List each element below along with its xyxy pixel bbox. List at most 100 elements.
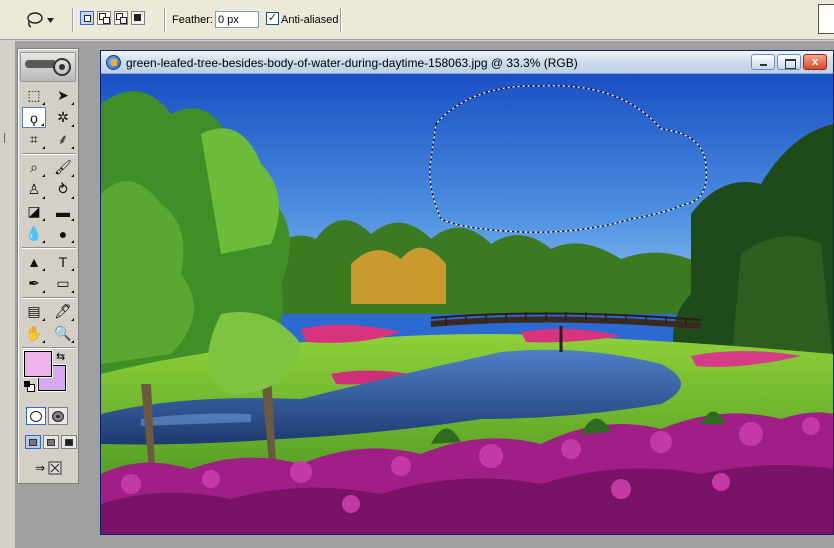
swap-colors-icon[interactable]: ⇆ <box>56 350 65 363</box>
hand-tool[interactable]: ✋ <box>22 323 46 344</box>
color-swatches: ⇆ <box>24 351 74 399</box>
maximize-button[interactable] <box>777 54 801 70</box>
magic-wand-icon: ✲ <box>57 109 69 125</box>
type-icon: T <box>58 253 68 270</box>
mask-mode-group <box>26 407 68 425</box>
hand-icon: ✋ <box>25 325 43 341</box>
notes-icon: ▤ <box>27 303 41 319</box>
chevron-down-icon <box>47 17 54 23</box>
rectangular-marquee-icon: ⬚ <box>27 87 41 103</box>
divider <box>340 8 342 32</box>
tool-preset-picker[interactable] <box>24 9 68 31</box>
dodge-tool[interactable]: ● <box>51 223 75 244</box>
landscape-photo <box>101 74 833 534</box>
divider <box>22 347 76 349</box>
move-icon: ➤ <box>57 87 69 103</box>
eraser-tool[interactable]: ◪ <box>22 201 46 222</box>
slice-icon: ⸙ <box>57 131 69 147</box>
divider <box>72 8 74 32</box>
zoom-icon: 🔍 <box>54 325 72 341</box>
quick-mask-mode-button[interactable] <box>48 407 68 425</box>
divider <box>22 153 76 155</box>
close-button[interactable]: x <box>803 54 827 70</box>
clone-stamp-icon: ♙ <box>27 181 41 197</box>
image-canvas[interactable] <box>101 74 833 534</box>
full-screen-mode-button[interactable] <box>61 435 77 449</box>
crop-icon: ⌗ <box>30 131 38 147</box>
document-titlebar[interactable]: green-leafed-tree-besides-body-of-water-… <box>101 51 833 74</box>
tool-group-selection: ⬚ ➤ ϙ ✲ ⌗ ⸙ <box>22 85 76 150</box>
shape-icon: ▭ <box>56 275 70 291</box>
subtract-from-selection-button[interactable] <box>114 11 128 25</box>
blur-tool[interactable]: 💧 <box>22 223 46 244</box>
left-dock <box>0 41 16 548</box>
pen-tool[interactable]: ✒ <box>22 273 46 294</box>
default-colors-icon[interactable] <box>24 381 35 392</box>
move-tool[interactable]: ➤ <box>51 85 75 106</box>
history-brush-icon: ⥁ <box>58 181 68 197</box>
document-window: green-leafed-tree-besides-body-of-water-… <box>100 50 834 535</box>
type-tool[interactable]: T <box>51 251 75 272</box>
magic-wand-tool[interactable]: ✲ <box>51 107 75 128</box>
eye-logo-icon <box>53 58 71 76</box>
photoshop-document-icon <box>106 55 121 70</box>
eyedropper-icon: 🖊 <box>54 303 72 319</box>
healing-brush-tool[interactable]: ⌕ <box>22 157 46 178</box>
check-mark-icon: ✓ <box>267 12 278 24</box>
eraser-icon: ◪ <box>27 203 41 219</box>
imageready-icon <box>48 461 62 475</box>
intersect-selection-button[interactable] <box>131 11 145 25</box>
standard-screen-mode-button[interactable] <box>25 435 41 449</box>
path-selection-icon: ▲ <box>27 253 41 270</box>
gradient-tool[interactable]: ▬ <box>51 201 75 222</box>
healing-brush-icon: ⌕ <box>30 159 38 175</box>
feather-input[interactable] <box>215 11 259 28</box>
lasso-icon: ϙ <box>30 109 38 126</box>
gradient-icon: ▬ <box>56 203 70 220</box>
pen-icon: ✒ <box>28 275 40 291</box>
tool-group-vector: ▲ T ✒ ▭ <box>22 251 76 294</box>
anti-aliased-checkbox[interactable]: ✓ <box>266 12 279 25</box>
add-to-selection-button[interactable] <box>97 11 111 25</box>
minimize-button[interactable] <box>751 54 775 70</box>
palette-well[interactable] <box>818 4 834 34</box>
divider <box>22 247 76 249</box>
jump-to-imageready-button[interactable]: ⇒ <box>26 458 72 478</box>
eyedropper-tool[interactable]: 🖊 <box>51 301 75 322</box>
brush-icon: 🖌 <box>54 159 72 175</box>
options-bar: Feather: ✓ Anti-aliased <box>0 0 834 40</box>
shape-tool[interactable]: ▭ <box>51 273 75 294</box>
notes-tool[interactable]: ▤ <box>22 301 46 322</box>
rectangular-marquee-tool[interactable]: ⬚ <box>22 85 46 106</box>
close-icon: x <box>811 56 819 68</box>
new-selection-button[interactable] <box>80 11 94 25</box>
tool-group-misc: ▤ 🖊 ✋ 🔍 <box>22 301 76 344</box>
anti-aliased-label: Anti-aliased <box>281 14 339 26</box>
tools-palette: ⬚ ➤ ϙ ✲ ⌗ ⸙ ⌕ 🖌 ♙ ⥁ ◪ ▬ 💧 ● ▲ T ✒ ▭ ▤ 🖊 ✋ 🔍 ⇆ ⇒ <box>17 48 79 484</box>
feather-logo-icon <box>25 60 55 68</box>
tool-group-painting: ⌕ 🖌 ♙ ⥁ ◪ ▬ 💧 ● <box>22 157 76 244</box>
dock-grip-icon <box>4 133 7 143</box>
arrow-icon: ⇒ <box>34 461 46 475</box>
blur-icon: 💧 <box>25 225 43 241</box>
zoom-tool[interactable]: 🔍 <box>51 323 75 344</box>
document-title: green-leafed-tree-besides-body-of-water-… <box>126 56 578 70</box>
crop-tool[interactable]: ⌗ <box>22 129 46 150</box>
lasso-icon <box>27 12 43 28</box>
window-controls: x <box>751 54 827 70</box>
standard-mode-button[interactable] <box>26 407 46 425</box>
screen-mode-group <box>25 435 77 449</box>
path-selection-tool[interactable]: ▲ <box>22 251 46 272</box>
adobe-online-button[interactable] <box>20 52 76 82</box>
foreground-color-swatch[interactable] <box>24 351 52 377</box>
brush-tool[interactable]: 🖌 <box>51 157 75 178</box>
full-screen-menu-mode-button[interactable] <box>43 435 59 449</box>
slice-tool[interactable]: ⸙ <box>51 129 75 150</box>
clone-stamp-tool[interactable]: ♙ <box>22 179 46 200</box>
lasso-tool[interactable]: ϙ <box>22 107 46 128</box>
history-brush-tool[interactable]: ⥁ <box>51 179 75 200</box>
selection-mode-group <box>80 11 145 25</box>
dodge-icon: ● <box>58 225 68 242</box>
divider <box>164 8 166 32</box>
feather-label: Feather: <box>172 14 213 26</box>
